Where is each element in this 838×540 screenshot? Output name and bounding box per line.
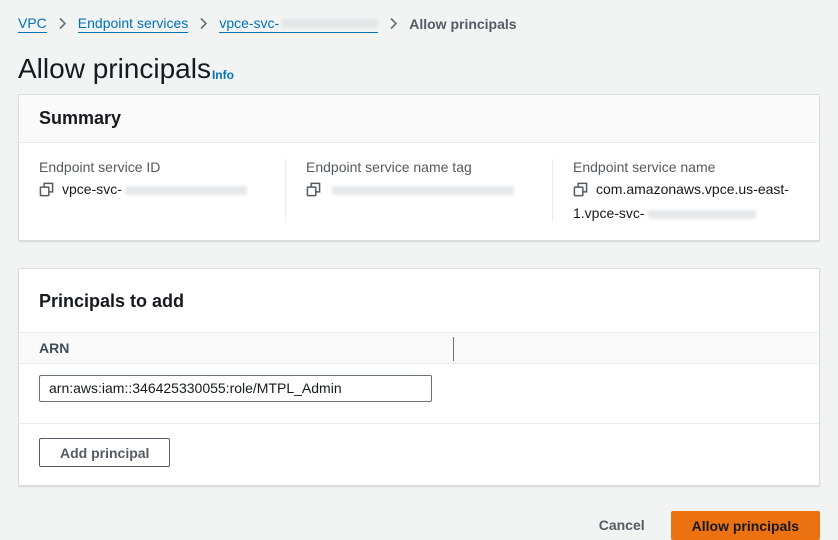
redacted-text: [282, 19, 378, 28]
field-value-text: vpce-svc-: [62, 181, 122, 197]
add-principal-row: Add principal: [19, 424, 819, 485]
arn-input-row: [19, 364, 819, 424]
cancel-button[interactable]: Cancel: [599, 511, 645, 539]
summary-field-endpoint-service-name: Endpoint service name com.amazonaws.vpce…: [553, 157, 819, 224]
summary-title: Summary: [39, 108, 799, 129]
field-label: Endpoint service ID: [39, 157, 265, 177]
field-value: vpce-svc-: [39, 179, 265, 203]
page-title: Allow principals Info: [18, 53, 820, 85]
summary-card: Summary Endpoint service ID vpce-svc- En…: [18, 94, 820, 241]
copy-icon[interactable]: [39, 182, 54, 203]
breadcrumb-link-endpoint-service[interactable]: vpce-svc-: [219, 15, 378, 33]
field-value: com.amazonaws.vpce.us-east-1.vpce-svc-: [573, 179, 799, 224]
field-label: Endpoint service name: [573, 157, 799, 177]
copy-icon[interactable]: [306, 182, 321, 203]
breadcrumb-link-vpc[interactable]: VPC: [18, 15, 47, 33]
arn-column-label: ARN: [39, 340, 69, 356]
summary-card-header: Summary: [19, 95, 819, 143]
field-value: [306, 179, 532, 203]
column-resize-handle[interactable]: [453, 337, 454, 361]
summary-field-endpoint-service-name-tag: Endpoint service name tag: [286, 157, 552, 224]
chevron-right-icon: [199, 17, 208, 30]
summary-field-endpoint-service-id: Endpoint service ID vpce-svc-: [19, 157, 285, 224]
copy-icon[interactable]: [573, 182, 588, 203]
chevron-right-icon: [389, 17, 398, 30]
principals-title: Principals to add: [39, 291, 799, 312]
add-principal-button[interactable]: Add principal: [39, 438, 170, 467]
field-label: Endpoint service name tag: [306, 157, 532, 177]
allow-principals-button[interactable]: Allow principals: [671, 511, 820, 540]
principals-to-add-card: Principals to add ARN Add principal: [18, 268, 820, 486]
summary-body: Endpoint service ID vpce-svc- Endpoint s…: [19, 143, 819, 240]
page-title-text: Allow principals: [18, 53, 211, 85]
breadcrumb-current: Allow principals: [409, 16, 516, 32]
breadcrumb: VPC Endpoint services vpce-svc- Allow pr…: [18, 0, 820, 33]
arn-input[interactable]: [39, 375, 432, 402]
allow-principals-page: VPC Endpoint services vpce-svc- Allow pr…: [0, 0, 838, 540]
redacted-text: [648, 210, 756, 219]
info-link[interactable]: Info: [212, 69, 234, 83]
breadcrumb-link-endpoint-services[interactable]: Endpoint services: [78, 15, 189, 33]
arn-column-header: ARN: [19, 332, 819, 364]
breadcrumb-service-id-prefix: vpce-svc-: [219, 15, 279, 32]
chevron-right-icon: [58, 17, 67, 30]
principals-card-header: Principals to add: [19, 269, 819, 332]
footer-actions: Cancel Allow principals: [18, 511, 820, 540]
redacted-text: [332, 186, 514, 195]
redacted-text: [125, 186, 247, 195]
